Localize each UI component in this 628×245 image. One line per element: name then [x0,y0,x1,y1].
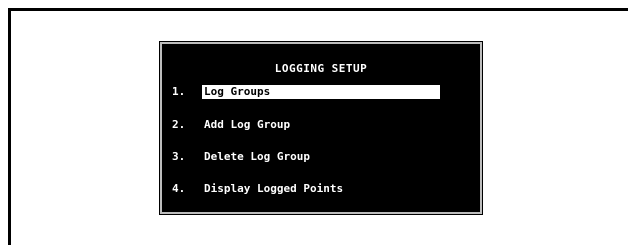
menu-item-log-groups[interactable]: 1. Log Groups [172,85,440,99]
menu-item-delete-log-group[interactable]: 3. Delete Log Group [172,150,310,164]
menu-item-label: Delete Log Group [204,150,310,163]
menu-item-number: 1. [172,85,186,98]
menu-item-label: Display Logged Points [204,182,344,195]
menu-item-display-logged-points[interactable]: 4. Display Logged Points [172,182,343,196]
menu-title: LOGGING SETUP [274,62,368,75]
menu-item-number: 2. [172,118,186,131]
page-frame-left-border [8,8,11,245]
page-frame-top-border [8,8,628,11]
menu-item-add-log-group[interactable]: 2. Add Log Group [172,118,290,132]
menu-item-label: Add Log Group [204,118,291,131]
menu-item-number: 4. [172,182,186,195]
logging-setup-terminal-screen: LOGGING SETUP 1. Log Groups 2. Add Log Gro… [159,41,483,215]
menu-item-label: Log Groups [202,85,440,99]
menu-item-number: 3. [172,150,186,163]
